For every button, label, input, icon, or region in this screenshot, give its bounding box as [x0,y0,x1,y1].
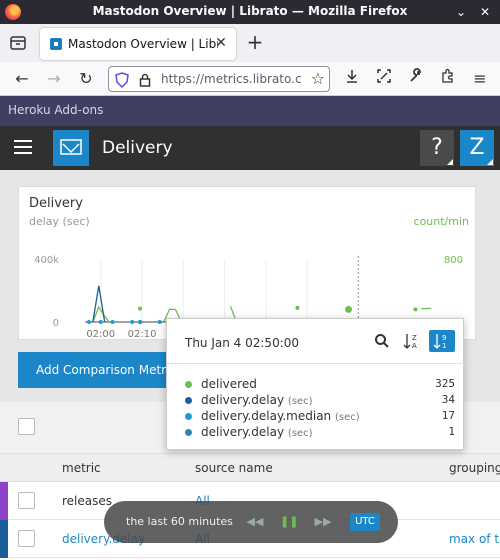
bookmark-star-icon[interactable]: ☆ [311,69,325,88]
y-left-tick-label: 400k [34,255,59,266]
url-text[interactable]: https://metrics.librato.com [161,72,301,86]
row-checkbox[interactable] [18,530,35,547]
series-point-delay-median [86,320,91,324]
col-grouping[interactable]: grouping [449,461,500,475]
screenshot-icon[interactable] [372,67,396,91]
heroku-addons-bar: Heroku Add-ons [0,96,500,126]
series-point-delivered [413,307,418,312]
series-point-delay-median [157,320,162,324]
close-window-icon[interactable]: ✕ [476,3,494,21]
page-title: Delivery [102,138,173,158]
tooltip-row: delivery.delay (sec) 34 [185,393,455,409]
forward-icon[interactable]: → [42,67,66,91]
svg-text:A: A [412,342,417,350]
list-all-tabs-icon[interactable] [6,31,30,55]
tracking-shield-icon[interactable] [115,72,129,88]
tooltip-series-name: delivery.delay.median (sec) [201,409,360,423]
time-range-label[interactable]: the last 60 minutes [126,515,233,528]
table-header: metric source name grouping [0,454,500,482]
extensions-icon[interactable] [436,67,460,91]
svg-text:1: 1 [442,342,446,350]
fast-forward-icon[interactable]: ▶▶ [314,513,332,531]
tooltip-row: delivery.delay.median (sec) 17 [185,409,455,425]
row-grouping[interactable]: max of th [449,532,500,546]
series-point-delivered [138,306,143,311]
col-source[interactable]: source name [195,461,273,475]
reload-icon[interactable]: ↻ [74,67,98,91]
y-left-tick-label: 0 [53,318,59,329]
sort-numeric-icon[interactable]: 91 [429,330,455,352]
window-title: Mastodon Overview | Librato — Mozilla Fi… [92,4,408,18]
tooltip-series-value: 325 [435,377,455,390]
dashboard-icon[interactable] [53,130,89,166]
tab-bar: Mastodon Overview | Librato ✕ + [0,24,500,62]
svg-text:Z: Z [412,334,417,342]
series-point-delay-median [110,320,115,324]
x-tick-label: 02:10 [128,329,157,340]
series-dot [185,397,192,404]
tooltip-series-value: 17 [441,409,455,422]
add-comparison-button[interactable]: Add Comparison Metrics [18,352,170,388]
series-dot [185,429,192,436]
row-metric[interactable]: releases [62,494,112,508]
row-color-stripe [0,482,8,520]
heroku-addons-label[interactable]: Heroku Add-ons [8,103,103,117]
series-point-delivered [295,305,300,310]
sort-alpha-icon[interactable]: ZA [399,330,425,352]
new-tab-icon[interactable]: + [244,32,266,54]
tooltip-series-name: delivered [201,377,257,391]
select-all-checkbox[interactable] [18,418,35,435]
tooltip-date: Thu Jan 4 02:50:00 [185,336,300,350]
col-metric[interactable]: metric [62,461,101,475]
window-titlebar: Mastodon Overview | Librato — Mozilla Fi… [0,0,500,24]
tab-title: Mastodon Overview | Librato [68,37,218,51]
series-dot [185,381,192,388]
tooltip-row: delivered 325 [185,377,455,393]
tooltip-divider [167,363,465,364]
row-color-stripe [0,520,8,558]
user-menu-button[interactable]: Z [460,130,494,166]
nav-bar: ← → ↻ https://metrics.librato.com ☆ ≡ [0,62,500,96]
tooltip-search-icon[interactable] [369,330,395,352]
close-tab-icon[interactable]: ✕ [212,34,230,52]
tooltip-row: delivery.delay (sec) 1 [185,425,455,441]
app-menu-icon[interactable]: ≡ [468,67,492,91]
utc-toggle-button[interactable]: UTC [350,513,380,531]
librato-favicon-icon [50,38,62,50]
wrench-icon[interactable] [404,67,428,91]
downloads-icon[interactable] [340,67,364,91]
y-right-tick-label: 800 [444,255,463,266]
series-dot [185,413,192,420]
svg-text:9: 9 [442,334,446,342]
help-button[interactable]: ? [420,130,454,166]
tooltip-series-name: delivery.delay (sec) [201,393,313,407]
tooltip-series-name: delivery.delay (sec) [201,425,313,439]
chart-card: Delivery delay (sec) count/min 400k 0 800 0… [18,186,476,340]
pause-icon[interactable]: ❚❚ [280,513,298,531]
row-checkbox[interactable] [18,492,35,509]
rewind-icon[interactable]: ◀◀ [246,513,264,531]
url-bar[interactable]: https://metrics.librato.com ☆ [108,66,330,92]
chart-tooltip: Thu Jan 4 02:50:00 ZA 91 delivered 325 d… [166,318,465,450]
hamburger-menu-icon[interactable] [14,140,32,154]
back-icon[interactable]: ← [10,67,34,91]
x-tick-label: 02:00 [86,329,115,340]
series-point-delay-median [98,320,103,324]
series-point-delay-median [130,320,135,324]
tooltip-series-value: 1 [448,425,455,438]
tab-librato[interactable]: Mastodon Overview | Librato ✕ [40,28,236,60]
series-point-delivered [345,305,353,313]
librato-header: Delivery ? Z [0,126,500,170]
series-point-delay-median [138,320,143,324]
minimize-icon[interactable]: ⌄ [452,3,470,21]
tooltip-series-value: 34 [441,393,455,406]
time-range-control: the last 60 minutes ◀◀ ❚❚ ▶▶ UTC [104,501,398,543]
lock-icon[interactable] [139,72,151,88]
